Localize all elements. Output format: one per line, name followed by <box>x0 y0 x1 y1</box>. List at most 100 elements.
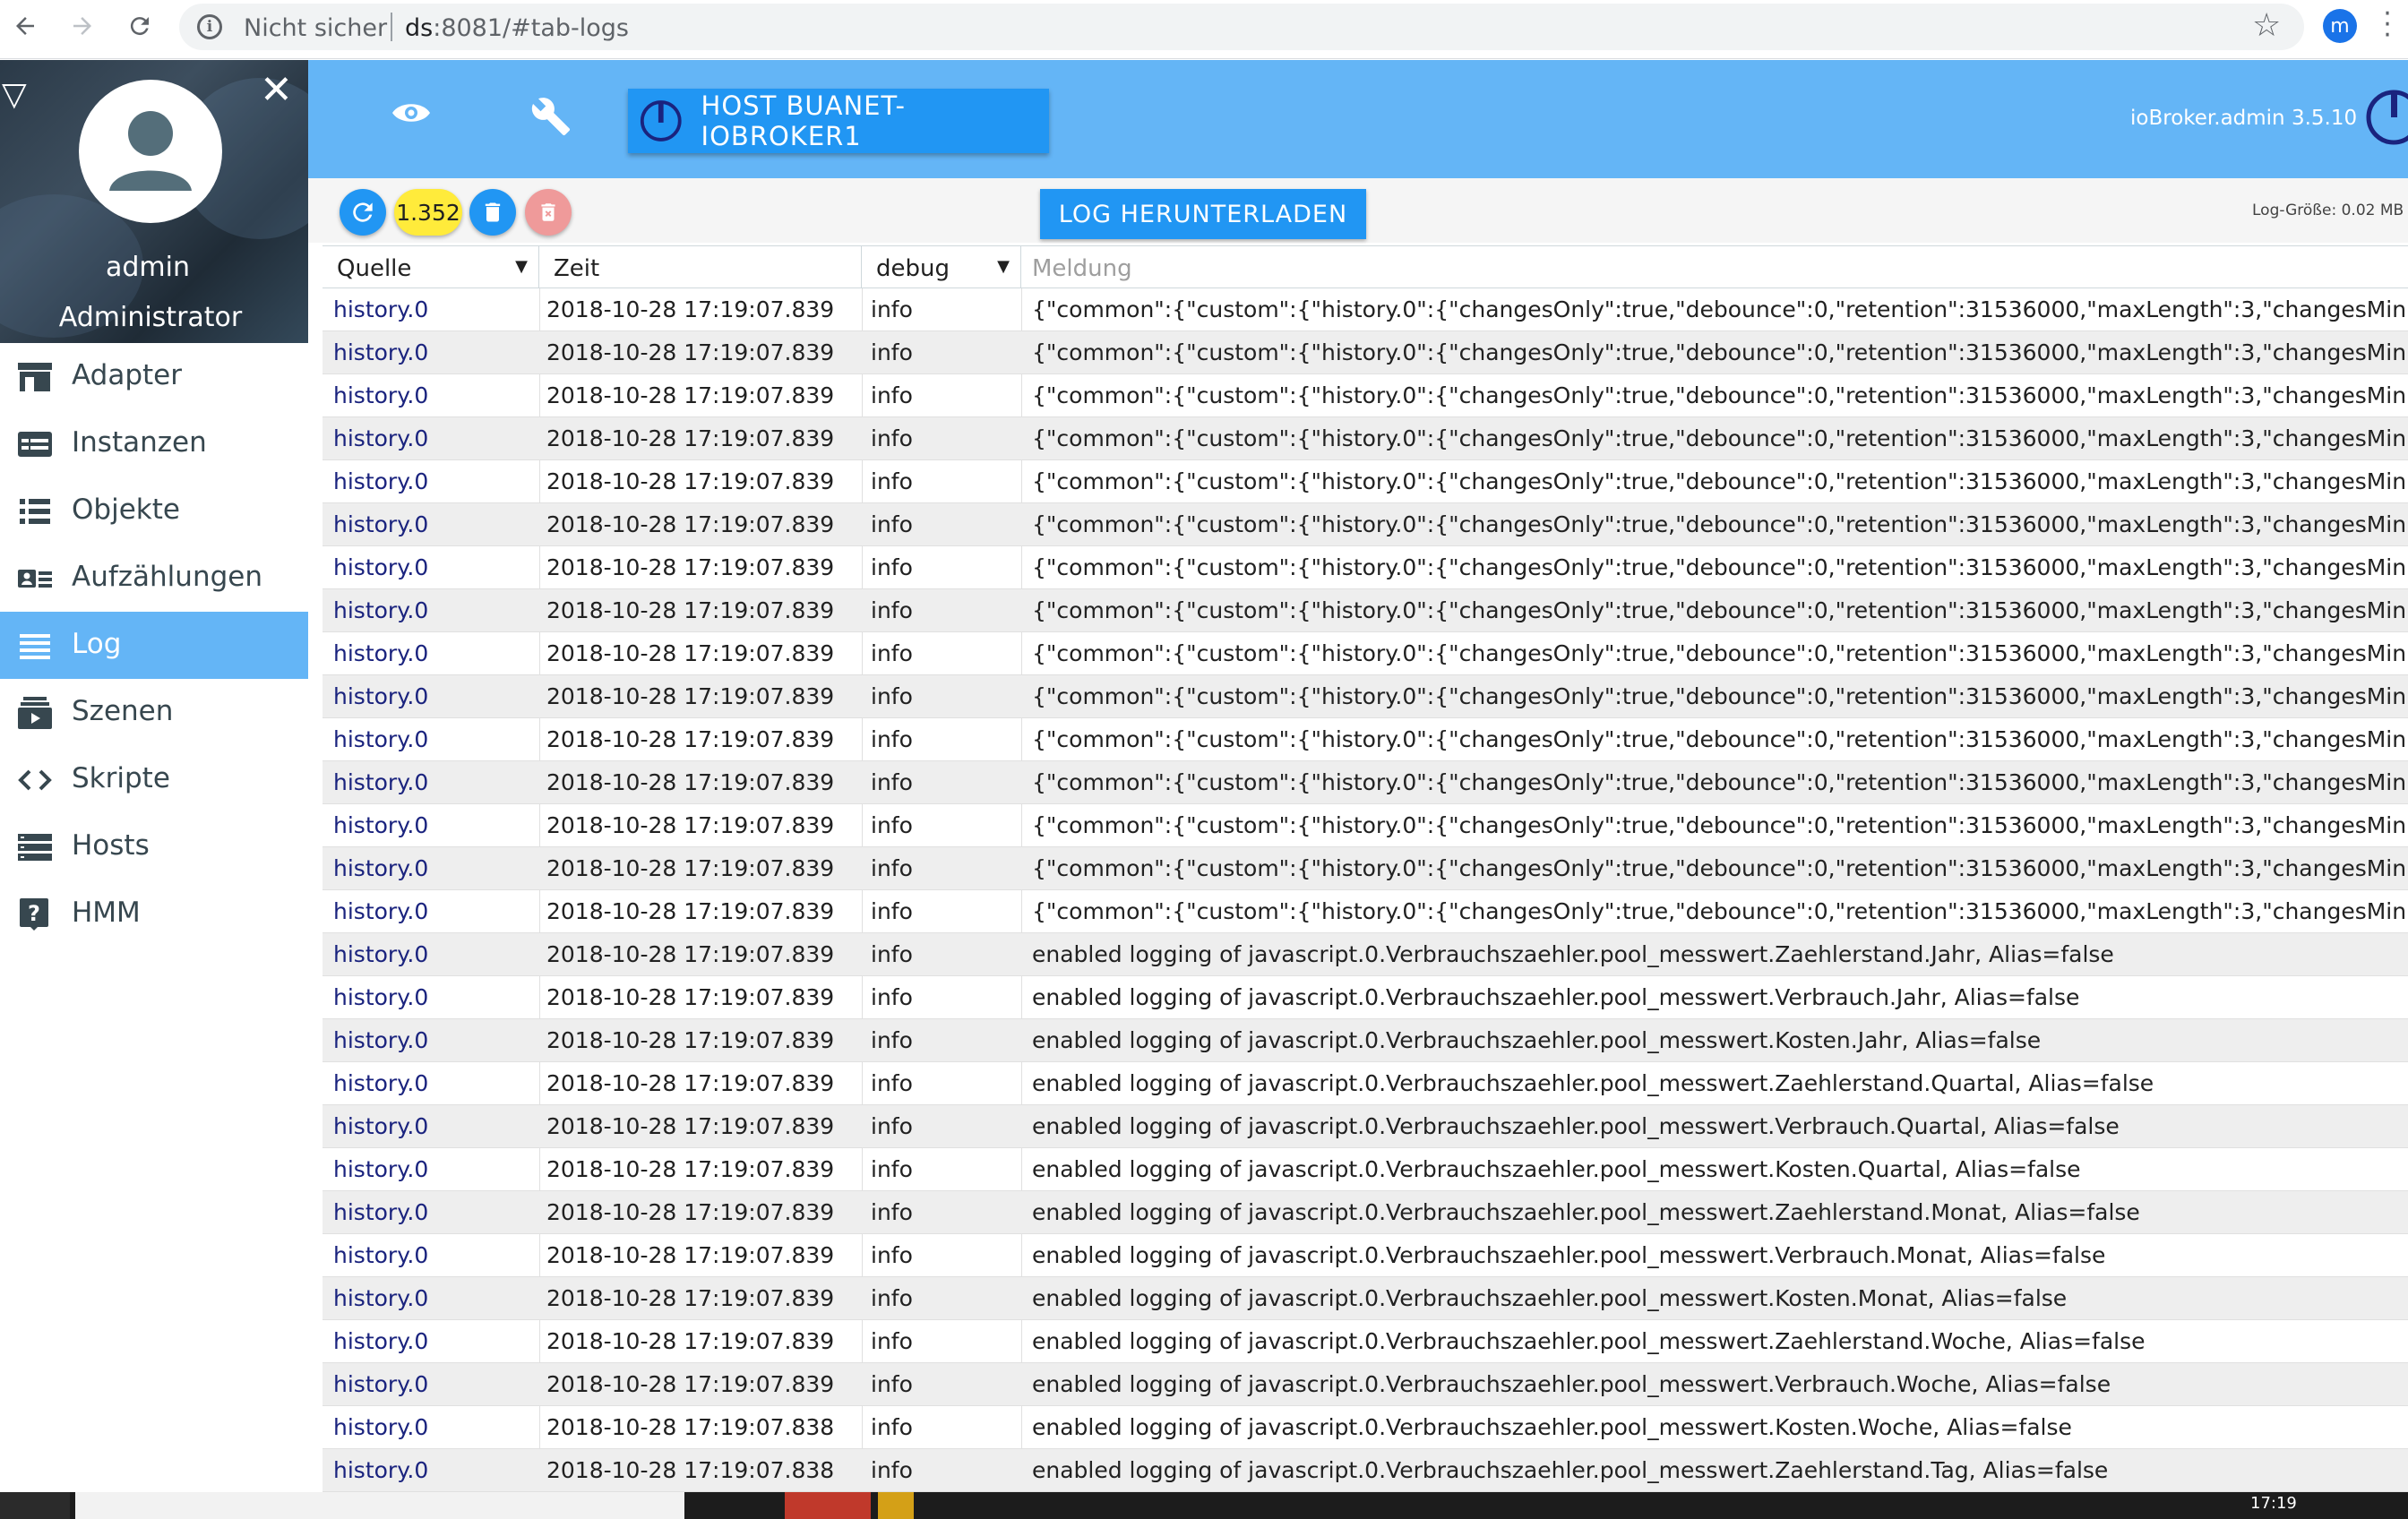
time-filter-input[interactable]: Zeit <box>539 246 862 287</box>
log-source-link[interactable]: history.0 <box>333 1027 538 1053</box>
table-body: history.0 2018-10-28 17:19:07.839 info {"co… <box>322 288 2408 1492</box>
folder-taskbar-icon[interactable] <box>878 1492 914 1519</box>
log-message: enabled logging of javascript.0.Verbrauc… <box>1032 1242 2106 1268</box>
log-time: 2018-10-28 17:19:07.839 <box>546 511 835 537</box>
log-source-link[interactable]: history.0 <box>333 812 538 838</box>
table-row: history.0 2018-10-28 17:19:07.839 info {"co… <box>322 460 2408 503</box>
close-icon[interactable]: ✕ <box>260 67 293 113</box>
eye-icon[interactable] <box>391 99 432 130</box>
sidebar-item-label: Skripte <box>72 762 170 794</box>
log-source-link[interactable]: history.0 <box>333 1242 538 1268</box>
log-source-link[interactable]: history.0 <box>333 339 538 365</box>
log-source-link[interactable]: history.0 <box>333 554 538 580</box>
log-source-link[interactable]: history.0 <box>333 468 538 494</box>
log-message: enabled logging of javascript.0.Verbrauc… <box>1032 1457 2109 1483</box>
log-source-link[interactable]: history.0 <box>333 296 538 322</box>
log-severity: info <box>871 597 913 623</box>
log-severity: info <box>871 1070 913 1096</box>
sidebar-item-instanzen[interactable]: Instanzen <box>0 410 308 477</box>
source-header-label: Quelle <box>337 255 412 282</box>
log-source-link[interactable]: history.0 <box>333 1070 538 1096</box>
delete-log-file-button[interactable] <box>525 189 572 236</box>
log-time: 2018-10-28 17:19:07.839 <box>546 640 835 666</box>
table-row: history.0 2018-10-28 17:19:07.839 info {"co… <box>322 804 2408 847</box>
address-bar[interactable]: i Nicht sicher ds:8081/#tab-logs <box>179 4 2304 50</box>
severity-filter[interactable]: debug ▼ <box>862 246 1021 287</box>
log-source-link[interactable]: history.0 <box>333 898 538 924</box>
url-host: ds <box>405 14 434 42</box>
info-icon[interactable]: i <box>197 14 222 39</box>
log-source-link[interactable]: history.0 <box>333 984 538 1010</box>
log-time: 2018-10-28 17:19:07.838 <box>546 1457 835 1483</box>
sidebar-item-objekte[interactable]: Objekte <box>0 477 308 545</box>
log-message: enabled logging of javascript.0.Verbrauc… <box>1032 1113 2120 1139</box>
log-source-link[interactable]: history.0 <box>333 511 538 537</box>
log-source-link[interactable]: history.0 <box>333 1113 538 1139</box>
url-text[interactable]: ds:8081/#tab-logs <box>405 14 629 42</box>
log-severity: info <box>871 1285 913 1311</box>
log-message: enabled logging of javascript.0.Verbrauc… <box>1032 1371 2111 1397</box>
log-severity: info <box>871 1328 913 1354</box>
reload-icon[interactable] <box>122 8 158 44</box>
log-source-link[interactable]: history.0 <box>333 1328 538 1354</box>
log-source-link[interactable]: history.0 <box>333 683 538 709</box>
log-source-link[interactable]: history.0 <box>333 1414 538 1440</box>
log-count-badge[interactable]: 1.352 <box>394 189 462 236</box>
log-source-link[interactable]: history.0 <box>333 1199 538 1225</box>
log-source-link[interactable]: history.0 <box>333 769 538 795</box>
log-source-link[interactable]: history.0 <box>333 726 538 752</box>
message-filter-input[interactable]: Meldung <box>1021 246 2408 287</box>
log-source-link[interactable]: history.0 <box>333 941 538 967</box>
log-severity: info <box>871 984 913 1010</box>
taskbar-search[interactable] <box>75 1492 684 1519</box>
sidebar-item-aufzaehlungen[interactable]: Aufzählungen <box>0 545 308 612</box>
log-source-link[interactable]: history.0 <box>333 1371 538 1397</box>
forward-icon[interactable] <box>64 8 100 44</box>
bookmark-star-icon[interactable]: ☆ <box>2252 7 2281 44</box>
user-role: Administrator <box>58 302 243 333</box>
log-severity: info <box>871 726 913 752</box>
scripts-icon <box>16 762 54 798</box>
wrench-icon[interactable] <box>530 96 572 141</box>
log-time: 2018-10-28 17:19:07.839 <box>546 683 835 709</box>
log-source-link[interactable]: history.0 <box>333 382 538 408</box>
sidebar-item-log[interactable]: Log <box>0 612 308 679</box>
log-source-link[interactable]: history.0 <box>333 425 538 451</box>
table-row: history.0 2018-10-28 17:19:07.839 info {"co… <box>322 288 2408 331</box>
sidebar-item-skripte[interactable]: Skripte <box>0 746 308 813</box>
log-time: 2018-10-28 17:19:07.839 <box>546 425 835 451</box>
log-severity: info <box>871 898 913 924</box>
download-log-button[interactable]: LOG HERUNTERLADEN <box>1040 189 1366 239</box>
log-source-link[interactable]: history.0 <box>333 1285 538 1311</box>
sidebar-item-hmm[interactable]: ? HMM <box>0 880 308 948</box>
host-button[interactable]: HOST BUANET-IOBROKER1 <box>628 89 1049 153</box>
log-source-link[interactable]: history.0 <box>333 1156 538 1182</box>
hosts-icon <box>16 829 54 865</box>
sidebar-item-adapter[interactable]: Adapter <box>0 343 308 410</box>
refresh-button[interactable] <box>340 189 386 236</box>
log-message: {"common":{"custom":{"history.0":{"chang… <box>1032 468 2408 494</box>
back-icon[interactable] <box>7 8 43 44</box>
table-row: history.0 2018-10-28 17:19:07.838 info enab… <box>322 1449 2408 1492</box>
log-time: 2018-10-28 17:19:07.839 <box>546 1027 835 1053</box>
iobroker-logo-icon[interactable]: ▽ <box>2 76 27 113</box>
log-size: Log-Größe: 0.02 MB <box>2252 202 2404 219</box>
table-row: history.0 2018-10-28 17:19:07.839 info {"co… <box>322 374 2408 417</box>
log-time: 2018-10-28 17:19:07.839 <box>546 984 835 1010</box>
log-source-link[interactable]: history.0 <box>333 597 538 623</box>
source-filter[interactable]: Quelle ▼ <box>322 246 539 287</box>
browser-menu-icon[interactable]: · · · <box>2383 1 2392 49</box>
profile-avatar[interactable]: m <box>2323 9 2357 43</box>
table-row: history.0 2018-10-28 17:19:07.839 info enab… <box>322 933 2408 976</box>
start-button[interactable] <box>0 1492 70 1519</box>
log-source-link[interactable]: history.0 <box>333 855 538 881</box>
table-row: history.0 2018-10-28 17:19:07.839 info enab… <box>322 1191 2408 1234</box>
sidebar-item-szenen[interactable]: Szenen <box>0 679 308 746</box>
log-time: 2018-10-28 17:19:07.839 <box>546 855 835 881</box>
log-source-link[interactable]: history.0 <box>333 640 538 666</box>
log-source-link[interactable]: history.0 <box>333 1457 538 1483</box>
sidebar-item-hosts[interactable]: Hosts <box>0 813 308 880</box>
clear-log-button[interactable] <box>469 189 516 236</box>
chrome-taskbar-icon[interactable] <box>785 1492 871 1519</box>
dropdown-arrow-icon: ▼ <box>997 257 1010 276</box>
